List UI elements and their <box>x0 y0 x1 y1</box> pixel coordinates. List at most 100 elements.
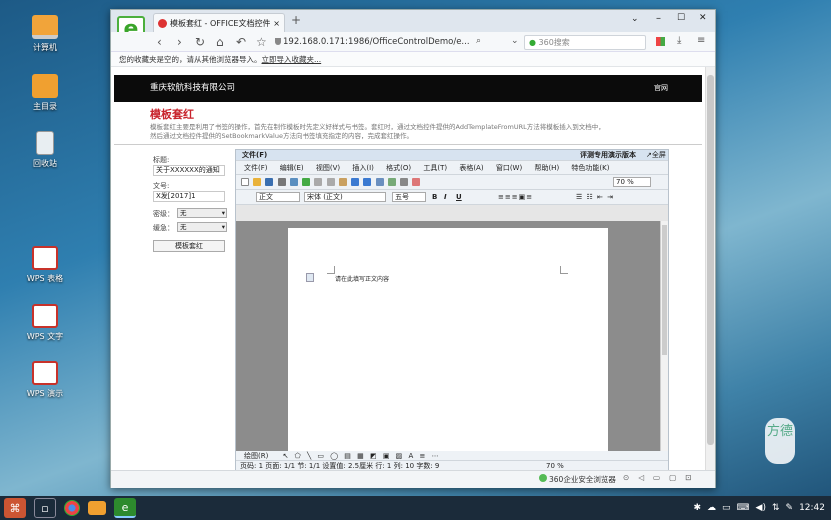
desktop-icon-wps-writer[interactable]: WPS 文字 <box>15 304 75 342</box>
keyboard-icon[interactable]: ⌨ <box>737 503 750 513</box>
show-desktop-icon[interactable]: ▫ <box>34 498 56 518</box>
zoom-icon[interactable]: ⌕ <box>476 36 481 46</box>
template-red-button[interactable]: 模板套红 <box>153 240 225 252</box>
menu-item[interactable]: 文件(F) <box>244 164 268 172</box>
forward-icon[interactable]: › <box>177 35 182 49</box>
desktop-icon-wps-present[interactable]: WPS 演示 <box>15 361 75 399</box>
menu-icon[interactable]: ≡ <box>697 35 705 46</box>
font-select[interactable]: 宋体 (正文) <box>304 192 386 202</box>
status-icons[interactable]: ⊙◁▭▢⊡ <box>623 473 701 482</box>
chrome-icon[interactable] <box>64 500 80 516</box>
bold-icon[interactable]: B <box>432 190 437 205</box>
start-menu-icon[interactable]: ⌘ <box>4 498 26 518</box>
style-select[interactable]: 正文 <box>256 192 300 202</box>
back-icon[interactable]: ‹ <box>157 35 162 49</box>
minimize-button[interactable]: – <box>656 13 661 24</box>
table-icon[interactable] <box>375 178 384 186</box>
zoom-select[interactable]: 70 % <box>613 177 651 187</box>
menu-item[interactable]: 工具(T) <box>423 164 447 172</box>
desktop-icon-computer[interactable]: 计算机 <box>15 15 75 53</box>
tab-close-icon[interactable]: × <box>273 19 280 28</box>
print-icon[interactable] <box>277 178 286 186</box>
save-icon[interactable] <box>265 178 274 186</box>
network-icon[interactable]: ⇅ <box>772 503 780 513</box>
desktop-icon-trash[interactable]: 回收站 <box>15 131 75 169</box>
docno-label: 文号: <box>153 182 170 190</box>
menu-item[interactable]: 窗口(W) <box>496 164 522 172</box>
clock[interactable]: 12:42 <box>799 503 825 513</box>
nav-bar: ‹ › ↻ ⌂ ↶ ☆ 192.168.0.171:1986/OfficeCon… <box>111 32 715 52</box>
list-icons[interactable]: ☰ ☷ ⇤ ⇥ <box>576 190 614 205</box>
volume-icon[interactable]: ◀) <box>756 503 766 513</box>
apps-icon[interactable] <box>656 37 665 46</box>
secret-select[interactable]: 无 ▾ <box>177 208 227 218</box>
size-select[interactable]: 五号 <box>392 192 426 202</box>
menu-item[interactable]: 表格(A) <box>459 164 483 172</box>
open-icon[interactable] <box>253 178 262 186</box>
cut-icon[interactable] <box>314 178 323 186</box>
document-text[interactable]: 请在此填写正文内容 <box>335 274 389 283</box>
redo-icon[interactable] <box>363 178 372 186</box>
menu-item[interactable]: 插入(I) <box>352 164 374 172</box>
close-button[interactable]: ✕ <box>699 13 707 23</box>
maximize-button[interactable]: ☐ <box>677 13 685 23</box>
preview-icon[interactable] <box>289 178 298 186</box>
drawing-menu[interactable]: 绘图(R) <box>244 452 268 460</box>
star-icon[interactable]: ☆ <box>256 35 267 49</box>
paste-icon[interactable] <box>338 178 347 186</box>
chart-icon[interactable] <box>387 178 396 186</box>
official-site-link[interactable]: 官网 <box>654 75 668 102</box>
new-tab-button[interactable]: + <box>291 13 301 27</box>
docno-field[interactable]: X发[2017]1 <box>153 191 225 202</box>
draw-shapes-icons[interactable]: ↖ ⬠ ╲ ▭ ◯ ▤ ▦ ◩ ▣ ▨ A ≡ ⋯ <box>283 452 441 460</box>
undo-icon[interactable] <box>351 178 360 186</box>
browser-statusbar: 360企业安全浏览器 ⊙◁▭▢⊡ <box>111 470 715 488</box>
urgency-select[interactable]: 无 ▾ <box>177 222 227 232</box>
download-icon[interactable]: ⤓ <box>677 35 681 46</box>
menu-item[interactable]: 视图(V) <box>316 164 340 172</box>
menu-item[interactable]: 编辑(E) <box>280 164 304 172</box>
columns-icon[interactable] <box>400 178 409 186</box>
desktop-watermark: 方德 <box>765 418 795 464</box>
italic-icon[interactable]: I <box>444 190 447 205</box>
security-icon <box>539 474 547 482</box>
window-menu-button[interactable]: ⌄ <box>631 14 639 24</box>
desktop-icon-home[interactable]: 主目录 <box>15 74 75 112</box>
menu-item[interactable]: 特色功能(K) <box>571 164 609 172</box>
page-scrollbar[interactable] <box>705 67 715 470</box>
undo-icon[interactable]: ↶ <box>236 35 246 49</box>
scroll-thumb[interactable] <box>707 75 714 445</box>
pen-icon[interactable]: ✎ <box>786 503 794 513</box>
refresh-icon[interactable]: ↻ <box>195 35 205 49</box>
wps-icon <box>32 246 58 270</box>
file-manager-icon[interactable] <box>88 501 106 515</box>
chevron-down-icon: ▾ <box>221 223 225 231</box>
battery-icon[interactable]: ▭ <box>722 503 731 513</box>
cloud-icon[interactable]: ☁ <box>707 503 716 513</box>
copy-icon[interactable] <box>326 178 335 186</box>
dropdown-icon[interactable]: ⌄ <box>511 36 519 46</box>
align-icons[interactable]: ≡≡≡▣≡ <box>498 190 533 205</box>
tab-active[interactable]: 模板套红 - OFFICE文档控件 ... × <box>153 13 285 32</box>
document-vscroll[interactable] <box>660 221 668 451</box>
desktop-icon-wps-sheet[interactable]: WPS 表格 <box>15 246 75 284</box>
bluetooth-icon[interactable]: ✱ <box>693 503 701 513</box>
scroll-thumb[interactable] <box>662 225 667 355</box>
search-input[interactable]: ● 360搜索 <box>524 35 646 50</box>
wps-icon <box>32 361 58 385</box>
address-bar[interactable]: 192.168.0.171:1986/OfficeControlDemo/e..… <box>283 35 499 50</box>
underline-icon[interactable]: U <box>456 190 462 205</box>
spell-icon[interactable] <box>302 178 311 186</box>
menu-item[interactable]: 帮助(H) <box>534 164 559 172</box>
drawing-icon[interactable] <box>412 178 421 186</box>
import-bookmarks-link[interactable]: 立即导入收藏夹... <box>262 55 322 64</box>
new-icon[interactable] <box>241 178 249 186</box>
search-engine-icon: ● <box>529 38 536 47</box>
document-page[interactable]: 请在此填写正文内容 <box>288 228 608 453</box>
home-icon[interactable]: ⌂ <box>216 35 224 49</box>
fullscreen-button[interactable]: ↗全屏 <box>646 150 666 161</box>
file-menu[interactable]: 文件(F) <box>242 151 267 159</box>
menu-item[interactable]: 格式(O) <box>386 164 411 172</box>
title-field[interactable]: 关于XXXXXX的通知 <box>153 165 225 176</box>
browser-task-icon[interactable]: e <box>114 498 136 518</box>
